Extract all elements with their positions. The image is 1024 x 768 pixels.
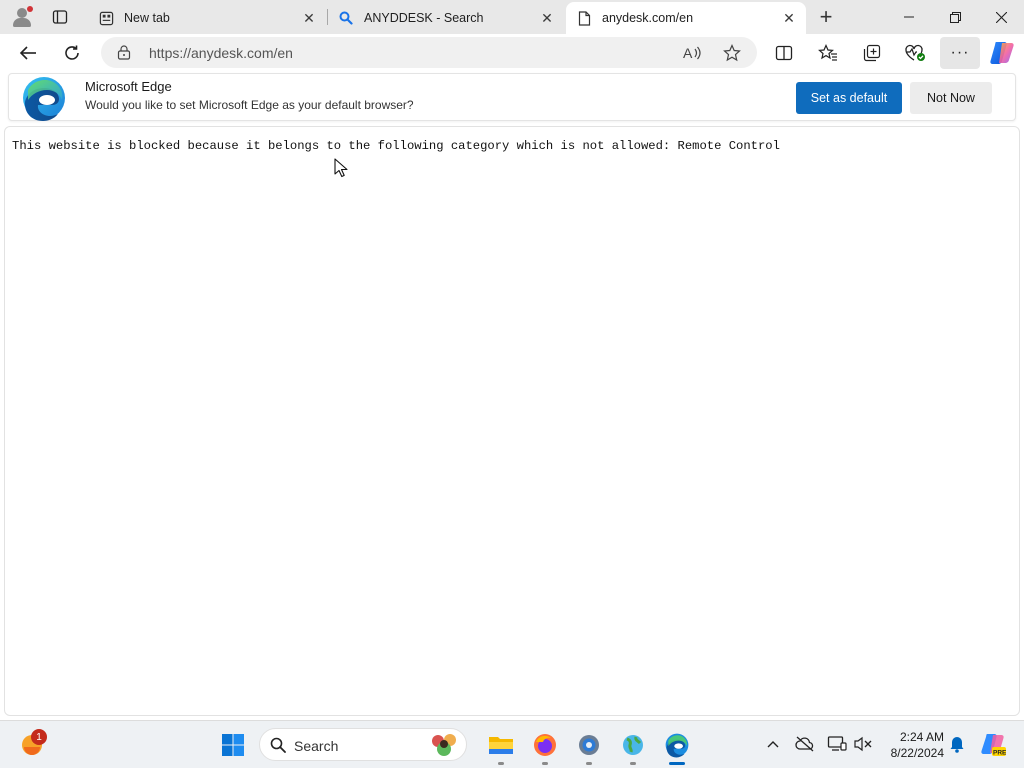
notification-bell-icon[interactable] [946,733,968,755]
lock-icon[interactable] [117,45,131,60]
browser-essentials-icon[interactable] [900,38,930,68]
edge-logo-icon [20,74,68,122]
close-window-button[interactable] [978,0,1024,34]
tab-anydesk-active[interactable]: anydesk.com/en ✕ [566,2,806,34]
infobar-message: Would you like to set Microsoft Edge as … [85,98,414,112]
infobar-title: Microsoft Edge [85,79,172,94]
firefox-icon[interactable] [529,729,561,761]
running-indicator [498,762,504,765]
search-highlight-icon [430,731,460,764]
svg-text:A: A [683,45,693,61]
close-tab-icon[interactable]: ✕ [298,7,320,29]
default-browser-infobar: Microsoft Edge Would you like to set Mic… [8,73,1016,121]
page-content: This website is blocked because it belon… [4,126,1020,716]
system-clock[interactable]: 2:24 AM 8/22/2024 [880,729,944,761]
tab-title: New tab [124,11,170,25]
copilot-icon[interactable] [988,39,1016,67]
collections-icon[interactable] [857,38,887,68]
settings-and-more-button[interactable]: ··· [940,37,980,69]
tab-title: anydesk.com/en [602,11,694,25]
close-tab-icon[interactable]: ✕ [536,7,558,29]
file-explorer-icon[interactable] [485,729,517,761]
minimize-button[interactable] [886,0,932,34]
url-text[interactable]: https://anydesk.com/en [149,45,293,61]
weather-badge: 1 [31,729,47,745]
tab-actions-icon[interactable] [48,6,72,28]
tab-title: ANYDDESK - Search [364,11,484,25]
search-favicon-icon [338,10,354,26]
not-now-button[interactable]: Not Now [910,82,992,114]
active-app-indicator [669,762,685,765]
svg-text:PRE: PRE [993,750,1006,757]
new-tab-button[interactable]: + [814,4,838,29]
running-indicator [630,762,636,765]
tab-strip: New tab ✕ ANYDDESK - Search ✕ anydesk.co… [0,0,1024,34]
volume-muted-icon[interactable] [852,733,874,755]
running-indicator [542,762,548,765]
copilot-preview-icon[interactable]: PRE [980,731,1006,757]
read-aloud-icon[interactable]: A [681,42,703,64]
clock-time: 2:24 AM [899,730,944,744]
profile-icon[interactable] [10,6,34,28]
clock-date: 8/22/2024 [890,746,944,760]
blocked-message: This website is blocked because it belon… [12,139,780,153]
tab-new-tab[interactable]: New tab ✕ [88,2,326,34]
onedrive-offline-icon[interactable] [794,733,816,755]
address-bar[interactable]: https://anydesk.com/en A [101,37,757,68]
back-button[interactable] [13,38,43,68]
taskbar-search-box[interactable]: Search [259,728,467,761]
mouse-pointer-icon [334,158,348,178]
refresh-button[interactable] [57,38,87,68]
network-globe-icon[interactable] [617,729,649,761]
tab-anydesk-search[interactable]: ANYDDESK - Search ✕ [328,2,564,34]
edge-taskbar-icon[interactable] [661,729,693,761]
new-tab-page-icon [98,10,114,26]
search-icon [270,737,286,758]
weather-widget-icon[interactable]: 1 [20,729,48,759]
add-favorite-star-icon[interactable] [721,42,743,64]
search-label: Search [294,738,339,754]
browser-toolbar: https://anydesk.com/en A ··· [0,34,1024,72]
page-icon [576,10,592,26]
start-windows-icon[interactable] [217,729,249,761]
running-indicator [586,762,592,765]
show-hidden-icons-chevron-up-icon[interactable] [762,733,784,755]
taskbar: 1 Search 2:24 AM 8/22/2024 PRE [0,720,1024,768]
settings-gear-icon[interactable] [573,729,605,761]
network-display-icon[interactable] [826,733,848,755]
set-as-default-button[interactable]: Set as default [796,82,902,114]
restore-button[interactable] [932,0,978,34]
split-screen-icon[interactable] [769,38,799,68]
favorites-icon[interactable] [813,38,843,68]
close-tab-icon[interactable]: ✕ [778,7,800,29]
